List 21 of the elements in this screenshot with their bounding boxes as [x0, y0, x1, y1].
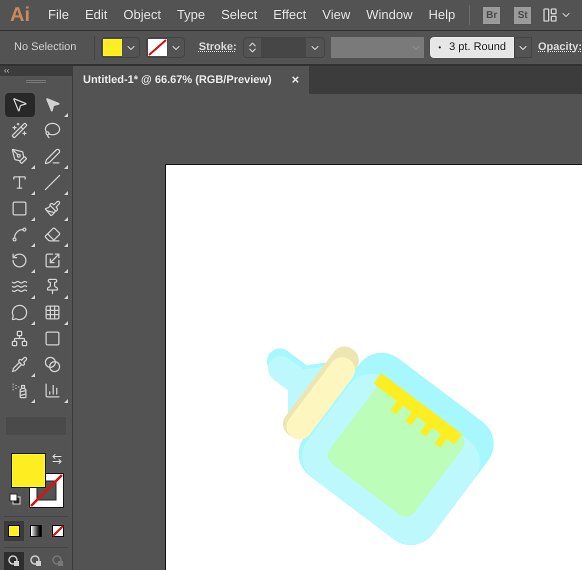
- menu-item[interactable]: File: [40, 5, 77, 25]
- app-logo: Ai: [9, 3, 31, 28]
- opacity-label: Opacity:: [538, 40, 582, 56]
- menu-item[interactable]: Help: [420, 5, 464, 25]
- selection-status: No Selection: [14, 40, 78, 56]
- menu-item[interactable]: Effect: [265, 5, 314, 25]
- menu-item[interactable]: Type: [168, 5, 214, 25]
- menu-item[interactable]: Object: [115, 5, 169, 25]
- close-tab-button[interactable]: ×: [292, 70, 300, 90]
- brush-definition-dropdown[interactable]: • 3 pt. Round: [430, 37, 532, 58]
- menu-item[interactable]: Edit: [76, 5, 116, 25]
- stroke-label: Stroke:: [198, 40, 237, 56]
- document-title: Untitled-1* @ 66.67% (RGB/Preview): [83, 72, 272, 88]
- brush-preview-dot: •: [438, 42, 442, 54]
- menu-item[interactable]: Select: [213, 5, 266, 25]
- app-launch-button[interactable]: St: [514, 6, 532, 24]
- menu-item[interactable]: View: [314, 5, 358, 25]
- app-launch-button[interactable]: Br: [483, 6, 500, 24]
- collapse-panel-button[interactable]: ‹‹: [4, 66, 10, 75]
- menu-item[interactable]: Window: [358, 5, 420, 25]
- document-tab[interactable]: Untitled-1* @ 66.67% (RGB/Preview) ×: [73, 66, 310, 94]
